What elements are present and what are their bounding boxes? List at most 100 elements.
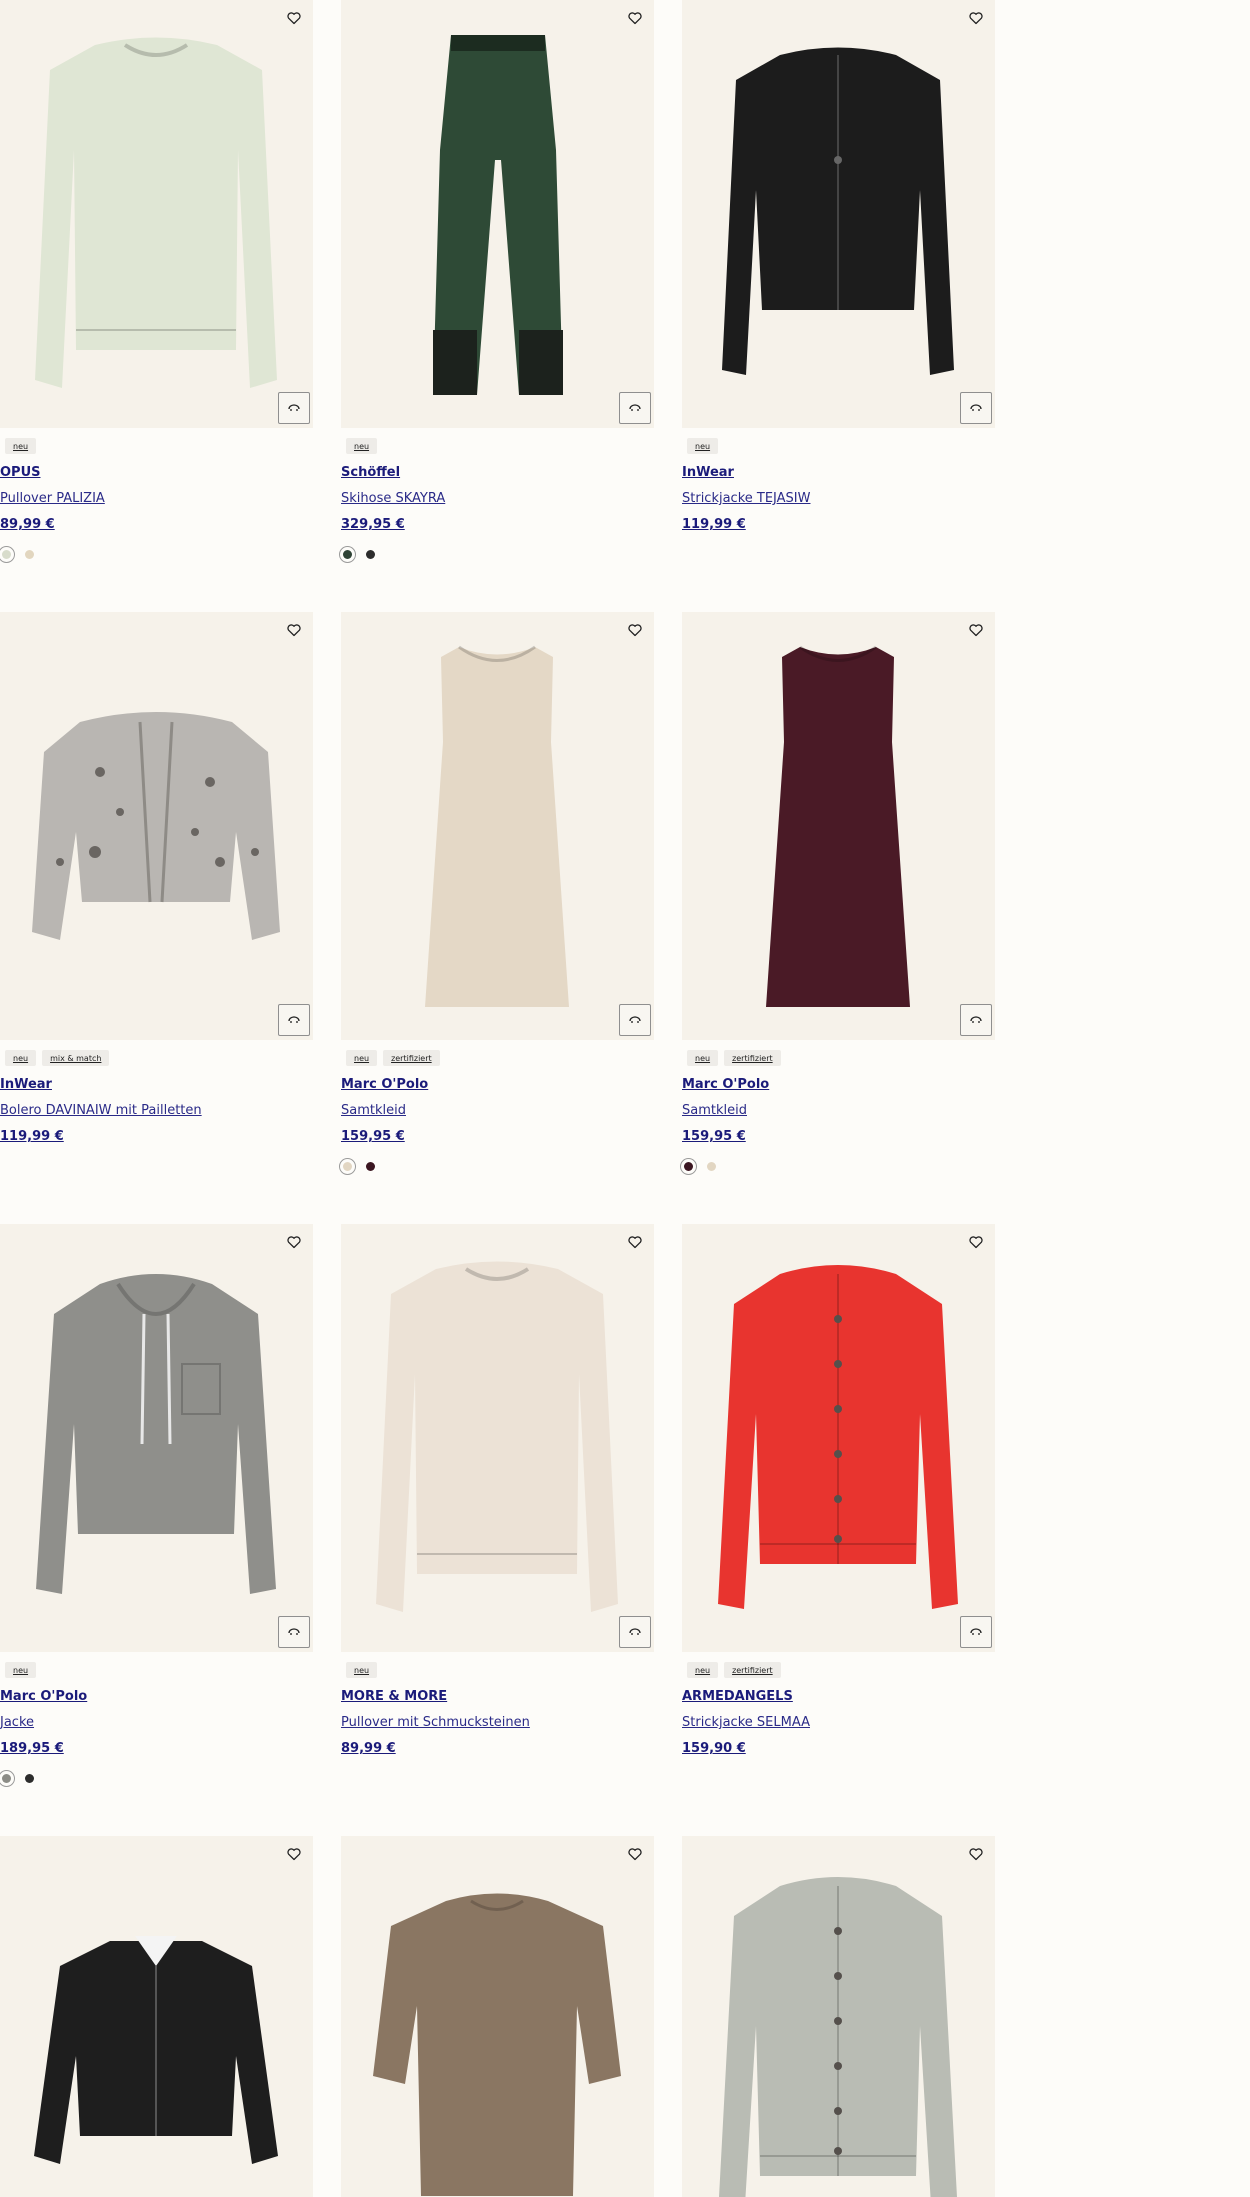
product-card[interactable]: neu zertifiziert ARMEDANGELS Strickjacke SE… [682, 1224, 995, 1759]
product-price[interactable]: 119,99 € [682, 517, 995, 535]
heart-icon[interactable] [968, 1234, 984, 1250]
similar-items-button[interactable] [960, 1616, 992, 1648]
similar-items-button[interactable] [278, 392, 310, 424]
product-name[interactable]: Pullover PALIZIA [0, 491, 313, 509]
similar-items-button[interactable] [278, 1616, 310, 1648]
product-card[interactable] [0, 1836, 313, 2197]
color-swatches [0, 1769, 313, 1787]
badge-list: neu zertifiziert [682, 1050, 995, 1072]
color-swatch[interactable] [366, 1161, 375, 1171]
product-image[interactable] [682, 1836, 995, 2197]
color-swatch[interactable] [25, 549, 34, 559]
product-card[interactable]: neu InWear Strickjacke TEJASIW 119,99 € [682, 0, 995, 535]
product-image[interactable] [0, 612, 313, 1040]
product-price[interactable]: 89,99 € [341, 1741, 654, 1759]
product-image-container[interactable] [0, 0, 313, 428]
product-image-container[interactable] [682, 612, 995, 1040]
product-name[interactable]: Strickjacke SELMAA [682, 1715, 995, 1733]
product-image[interactable] [682, 0, 995, 428]
similar-items-button[interactable] [960, 392, 992, 424]
product-price[interactable]: 89,99 € [0, 517, 313, 535]
heart-icon[interactable] [627, 10, 643, 26]
product-price[interactable]: 159,90 € [682, 1741, 995, 1759]
product-brand[interactable]: Marc O'Polo [682, 1077, 995, 1095]
product-price[interactable]: 329,95 € [341, 517, 654, 535]
product-image-container[interactable] [341, 1836, 654, 2197]
product-brand[interactable]: MORE & MORE [341, 1689, 654, 1707]
color-swatch[interactable] [343, 549, 352, 559]
heart-icon[interactable] [968, 1846, 984, 1862]
heart-icon[interactable] [286, 1234, 302, 1250]
product-image[interactable] [341, 1224, 654, 1652]
product-image[interactable] [0, 1836, 313, 2197]
color-swatch[interactable] [25, 1773, 34, 1783]
product-image[interactable] [0, 0, 313, 428]
product-brand[interactable]: ARMEDANGELS [682, 1689, 995, 1707]
product-name[interactable]: Skihose SKAYRA [341, 491, 654, 509]
product-image-container[interactable] [0, 612, 313, 1040]
product-brand[interactable]: Schöffel [341, 465, 654, 483]
similar-items-button[interactable] [960, 1004, 992, 1036]
product-name[interactable]: Pullover mit Schmucksteinen [341, 1715, 654, 1733]
product-price[interactable]: 159,95 € [341, 1129, 654, 1147]
product-card[interactable]: neu zertifiziert Marc O'Polo Samtkleid 159,9… [341, 612, 654, 1175]
product-card[interactable] [341, 1836, 654, 2197]
color-swatch[interactable] [707, 1161, 716, 1171]
product-card[interactable]: neu mix & match InWear Bolero DAVINAIW mit … [0, 612, 313, 1147]
product-name[interactable]: Jacke [0, 1715, 313, 1733]
product-image-container[interactable] [682, 0, 995, 428]
product-image[interactable] [341, 0, 654, 428]
heart-icon[interactable] [968, 10, 984, 26]
product-card[interactable]: neu Marc O'Polo Jacke 189,95 € [0, 1224, 313, 1787]
product-image[interactable] [682, 1224, 995, 1652]
color-swatch[interactable] [2, 549, 11, 559]
product-image[interactable] [682, 612, 995, 1040]
color-swatch[interactable] [343, 1161, 352, 1171]
product-badge: neu [687, 1050, 719, 1066]
product-brand[interactable]: OPUS [0, 465, 313, 483]
product-image-container[interactable] [0, 1224, 313, 1652]
product-name[interactable]: Bolero DAVINAIW mit Pailletten [0, 1103, 313, 1121]
product-card[interactable]: neu zertifiziert Marc O'Polo Samtkleid 159,9… [682, 612, 995, 1175]
product-price[interactable]: 119,99 € [0, 1129, 313, 1147]
heart-icon[interactable] [286, 1846, 302, 1862]
product-card[interactable]: neu OPUS Pullover PALIZIA 89,99 € [0, 0, 313, 563]
product-image-container[interactable] [0, 1836, 313, 2197]
product-brand[interactable]: Marc O'Polo [0, 1689, 313, 1707]
heart-icon[interactable] [968, 622, 984, 638]
product-image[interactable] [341, 1836, 654, 2197]
product-image[interactable] [0, 1224, 313, 1652]
product-image-container[interactable] [682, 1836, 995, 2197]
product-brand[interactable]: InWear [682, 465, 995, 483]
similar-items-button[interactable] [278, 1004, 310, 1036]
product-image[interactable] [341, 612, 654, 1040]
heart-icon[interactable] [627, 1234, 643, 1250]
similar-items-button[interactable] [619, 1004, 651, 1036]
product-brand[interactable]: Marc O'Polo [341, 1077, 654, 1095]
color-swatch[interactable] [2, 1773, 11, 1783]
heart-icon[interactable] [286, 10, 302, 26]
similar-items-icon [628, 1627, 642, 1637]
product-image-container[interactable] [682, 1224, 995, 1652]
heart-icon[interactable] [627, 1846, 643, 1862]
heart-icon[interactable] [627, 622, 643, 638]
color-swatch[interactable] [366, 549, 375, 559]
color-swatches [682, 1157, 995, 1175]
product-name[interactable]: Strickjacke TEJASIW [682, 491, 995, 509]
product-name[interactable]: Samtkleid [682, 1103, 995, 1121]
product-price[interactable]: 159,95 € [682, 1129, 995, 1147]
product-card[interactable]: neu Schöffel Skihose SKAYRA 329,95 € [341, 0, 654, 563]
product-image-container[interactable] [341, 0, 654, 428]
product-image-container[interactable] [341, 612, 654, 1040]
badge-list: neu [0, 438, 313, 460]
similar-items-button[interactable] [619, 392, 651, 424]
product-card[interactable]: neu MORE & MORE Pullover mit Schmucksteine… [341, 1224, 654, 1759]
heart-icon[interactable] [286, 622, 302, 638]
product-image-container[interactable] [341, 1224, 654, 1652]
similar-items-button[interactable] [619, 1616, 651, 1648]
color-swatch[interactable] [684, 1161, 693, 1171]
product-brand[interactable]: InWear [0, 1077, 313, 1095]
product-card[interactable] [682, 1836, 995, 2197]
product-price[interactable]: 189,95 € [0, 1741, 313, 1759]
product-name[interactable]: Samtkleid [341, 1103, 654, 1121]
